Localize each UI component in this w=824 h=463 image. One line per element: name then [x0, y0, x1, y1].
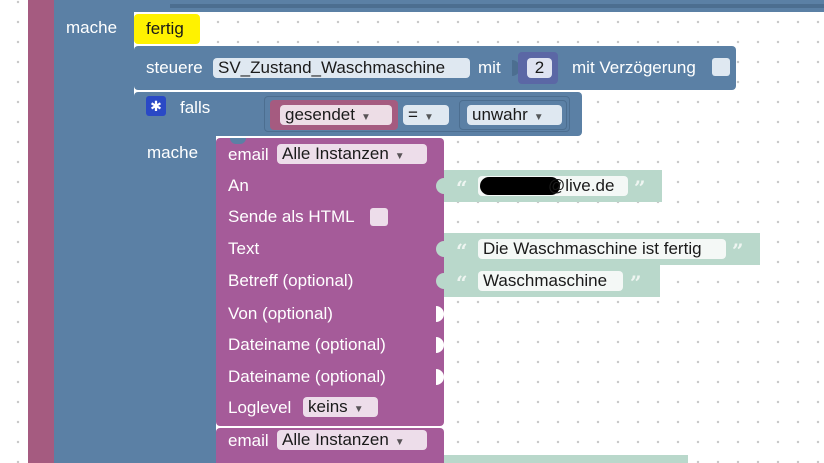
outer-block-edge	[28, 0, 54, 463]
gear-icon[interactable]: ✱	[146, 96, 166, 116]
to-quote-close-icon: ”	[634, 176, 646, 200]
if-do-label: mache	[147, 143, 199, 162]
to-text-field[interactable]: @live.de	[478, 176, 628, 196]
field-text-label: Text	[228, 239, 260, 258]
boolean-dropdown[interactable]: unwahr ▼	[467, 105, 562, 125]
to-quote-open-icon: “	[456, 176, 468, 200]
event-mache-label: mache	[66, 18, 118, 37]
event-block-top-border	[170, 4, 824, 8]
to-text-value: @live.de	[548, 176, 615, 195]
email-2-text-block[interactable]	[444, 455, 688, 463]
field-filename1-label: Dateiname (optional)	[228, 335, 386, 354]
state-name-field[interactable]: SV_Zustand_Waschmaschine	[213, 58, 470, 78]
field-subject-label: Betreff (optional)	[228, 271, 354, 290]
field-to-label: An	[228, 176, 249, 195]
subject-quote-close-icon: ”	[630, 271, 642, 295]
body-text-field[interactable]: Die Waschmaschine ist fertig	[478, 239, 726, 259]
event-block-body[interactable]	[54, 0, 134, 463]
loglevel-dropdown[interactable]: keins ▼	[303, 397, 378, 417]
email-2-label: email	[228, 431, 269, 450]
html-checkbox[interactable]	[370, 208, 388, 226]
email-instance-dropdown[interactable]: Alle Instanzen ▼	[277, 144, 427, 164]
body-quote-open-icon: “	[456, 239, 468, 263]
subject-text-field[interactable]: Waschmaschine	[478, 271, 623, 291]
field-from-label: Von (optional)	[228, 304, 333, 323]
done-block-label: fertig	[146, 19, 184, 38]
variable-dropdown[interactable]: gesendet ▼	[280, 105, 392, 125]
subject-quote-open-icon: “	[456, 271, 468, 295]
control-mit-label: mit	[478, 58, 501, 77]
control-label: steuere	[146, 58, 203, 77]
if-label: falls	[180, 98, 211, 117]
if-block-body-left	[134, 136, 216, 463]
delay-label: mit Verzögerung	[572, 58, 696, 77]
email-2-instance-dropdown[interactable]: Alle Instanzen ▼	[277, 430, 427, 450]
number-value-field[interactable]: 2	[527, 58, 552, 78]
delay-checkbox[interactable]	[712, 58, 730, 76]
field-filename2-label: Dateiname (optional)	[228, 367, 386, 386]
field-loglevel-label: Loglevel	[228, 398, 292, 417]
field-html-label: Sende als HTML	[228, 207, 355, 226]
email-label: email	[228, 145, 269, 164]
operator-dropdown[interactable]: = ▼	[403, 105, 449, 125]
body-quote-close-icon: ”	[732, 239, 744, 263]
